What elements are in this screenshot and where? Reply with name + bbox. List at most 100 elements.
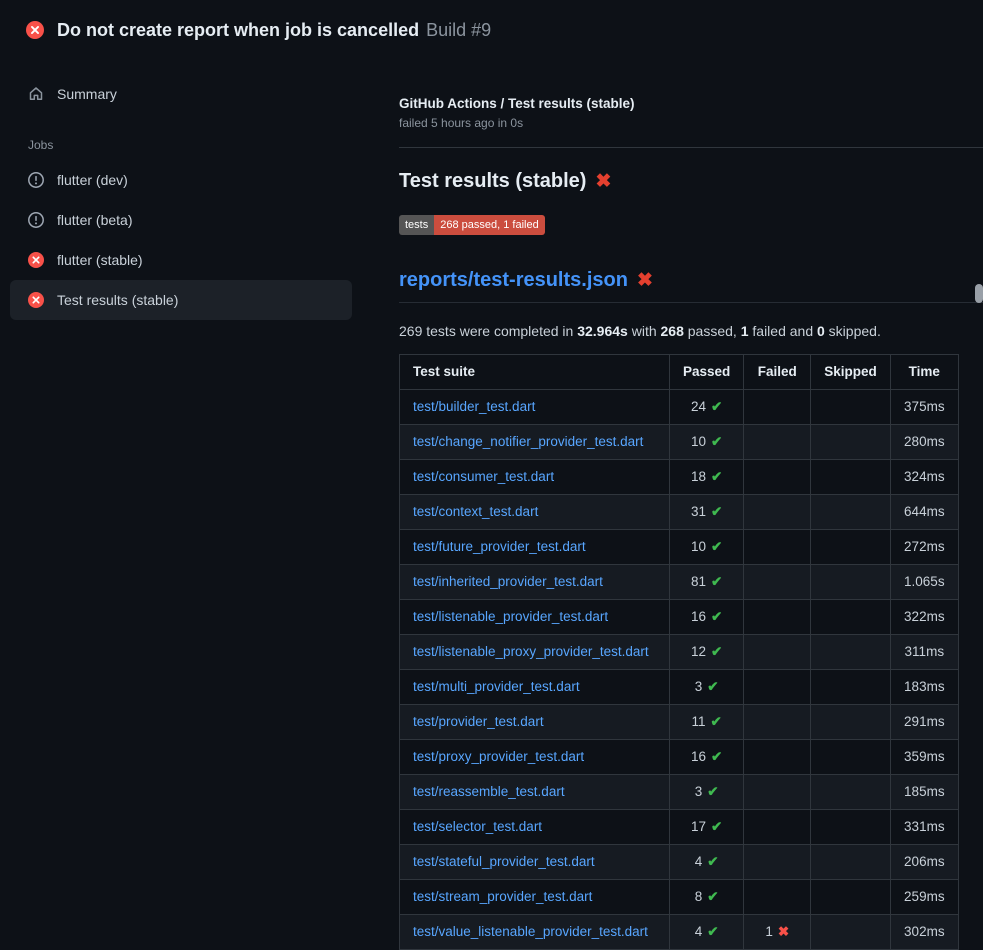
home-icon — [28, 86, 44, 102]
passed-count: 11 — [691, 714, 705, 729]
check-icon: ✔ — [711, 644, 722, 659]
table-row: test/change_notifier_provider_test.dart … — [400, 425, 959, 460]
check-icon: ✔ — [711, 819, 722, 834]
suite-link[interactable]: test/inherited_provider_test.dart — [413, 574, 603, 589]
summary-part: passed, — [684, 323, 741, 339]
skipped-value — [811, 635, 891, 670]
check-icon: ✔ — [711, 609, 722, 624]
sidebar-item-job[interactable]: flutter (dev) — [10, 160, 352, 200]
table-row: test/selector_test.dart 17✔ ✖ 331ms — [400, 810, 959, 845]
col-header-passed: Passed — [670, 355, 744, 390]
job-label: flutter (stable) — [57, 252, 143, 268]
suite-link[interactable]: test/consumer_test.dart — [413, 469, 554, 484]
skipped-value — [811, 425, 891, 460]
table-row: test/context_test.dart 31✔ ✖ 644ms — [400, 495, 959, 530]
skipped-value — [811, 845, 891, 880]
sidebar-summary-label: Summary — [57, 86, 117, 102]
passed-count: 4 — [695, 854, 703, 869]
suite-link[interactable]: test/change_notifier_provider_test.dart — [413, 434, 643, 449]
x-circle-icon — [28, 252, 44, 268]
suite-link[interactable]: test/stream_provider_test.dart — [413, 889, 592, 904]
section-divider — [399, 147, 983, 148]
results-table: Test suite Passed Failed Skipped Time te… — [399, 354, 959, 950]
passed-count: 3 — [695, 679, 703, 694]
skipped-value — [811, 460, 891, 495]
build-number: Build #9 — [426, 20, 491, 40]
table-row: test/listenable_proxy_provider_test.dart… — [400, 635, 959, 670]
col-header-test-suite: Test suite — [400, 355, 670, 390]
passed-count: 10 — [691, 434, 706, 449]
suite-link[interactable]: test/multi_provider_test.dart — [413, 679, 580, 694]
warning-circle-icon — [28, 172, 44, 188]
time-value: 206ms — [890, 845, 958, 880]
time-value: 324ms — [890, 460, 958, 495]
results-table-header-row: Test suite Passed Failed Skipped Time — [400, 355, 959, 390]
passed-count: 4 — [695, 924, 703, 939]
scrollbar-thumb[interactable] — [975, 284, 983, 303]
passed-count: 16 — [691, 609, 706, 624]
summary-duration: 32.964s — [577, 323, 628, 339]
suite-link[interactable]: test/proxy_provider_test.dart — [413, 749, 584, 764]
report-link[interactable]: reports/test-results.json — [399, 269, 628, 292]
suite-link[interactable]: test/context_test.dart — [413, 504, 538, 519]
time-value: 311ms — [890, 635, 958, 670]
suite-link[interactable]: test/provider_test.dart — [413, 714, 544, 729]
skipped-value — [811, 530, 891, 565]
section-fail-x-icon: ✖ — [595, 172, 611, 191]
time-value: 302ms — [890, 915, 958, 950]
check-icon: ✔ — [711, 504, 722, 519]
badge-label: tests — [399, 215, 434, 235]
suite-link[interactable]: test/builder_test.dart — [413, 399, 535, 414]
time-value: 259ms — [890, 880, 958, 915]
job-label: flutter (dev) — [57, 172, 128, 188]
report-fail-x-icon: ✖ — [637, 271, 653, 290]
suite-link[interactable]: test/reassemble_test.dart — [413, 784, 565, 799]
check-icon: ✔ — [707, 889, 718, 904]
sidebar-item-job[interactable]: flutter (beta) — [10, 200, 352, 240]
skipped-value — [811, 810, 891, 845]
jobs-section-label: Jobs — [0, 114, 380, 160]
table-row: test/provider_test.dart 11✔ ✖ 291ms — [400, 705, 959, 740]
suite-link[interactable]: test/stateful_provider_test.dart — [413, 854, 595, 869]
time-value: 322ms — [890, 600, 958, 635]
failed-count: 1 — [765, 924, 773, 939]
skipped-value — [811, 600, 891, 635]
suite-link[interactable]: test/value_listenable_provider_test.dart — [413, 924, 648, 939]
tests-badge: tests 268 passed, 1 failed — [399, 215, 545, 235]
sidebar-item-job[interactable]: Test results (stable) — [10, 280, 352, 320]
time-value: 185ms — [890, 775, 958, 810]
summary-part: skipped. — [825, 323, 881, 339]
report-heading: reports/test-results.json ✖ — [399, 269, 983, 303]
check-icon: ✔ — [711, 749, 722, 764]
breadcrumb: GitHub Actions / Test results (stable) — [399, 96, 983, 111]
sidebar-jobs-list: flutter (dev) flutter (beta) — [0, 160, 380, 320]
skipped-value — [811, 565, 891, 600]
col-header-time: Time — [890, 355, 958, 390]
check-icon: ✔ — [711, 399, 722, 414]
passed-count: 17 — [691, 819, 706, 834]
time-value: 331ms — [890, 810, 958, 845]
badge-value: 268 passed, 1 failed — [434, 215, 544, 235]
table-row: test/value_listenable_provider_test.dart… — [400, 915, 959, 950]
sidebar-item-job[interactable]: flutter (stable) — [10, 240, 352, 280]
summary-skipped-count: 0 — [817, 323, 825, 339]
summary-text: 269 tests were completed in 32.964s with… — [399, 323, 983, 339]
sidebar-item-summary[interactable]: Summary — [10, 74, 352, 114]
time-value: 291ms — [890, 705, 958, 740]
skipped-value — [811, 495, 891, 530]
col-header-failed: Failed — [744, 355, 811, 390]
x-icon: ✖ — [778, 924, 789, 939]
page-title: Do not create report when job is cancell… — [57, 20, 419, 40]
section-title-text: Test results (stable) — [399, 170, 586, 193]
summary-part: failed and — [749, 323, 818, 339]
warning-circle-icon — [28, 212, 44, 228]
suite-link[interactable]: test/listenable_provider_test.dart — [413, 609, 608, 624]
suite-link[interactable]: test/listenable_proxy_provider_test.dart — [413, 644, 649, 659]
summary-failed-count: 1 — [741, 323, 749, 339]
check-icon: ✔ — [711, 539, 722, 554]
check-icon: ✔ — [711, 469, 722, 484]
summary-part: 269 tests were completed in — [399, 323, 577, 339]
suite-link[interactable]: test/selector_test.dart — [413, 819, 542, 834]
section-title: Test results (stable) ✖ — [399, 170, 983, 193]
suite-link[interactable]: test/future_provider_test.dart — [413, 539, 586, 554]
